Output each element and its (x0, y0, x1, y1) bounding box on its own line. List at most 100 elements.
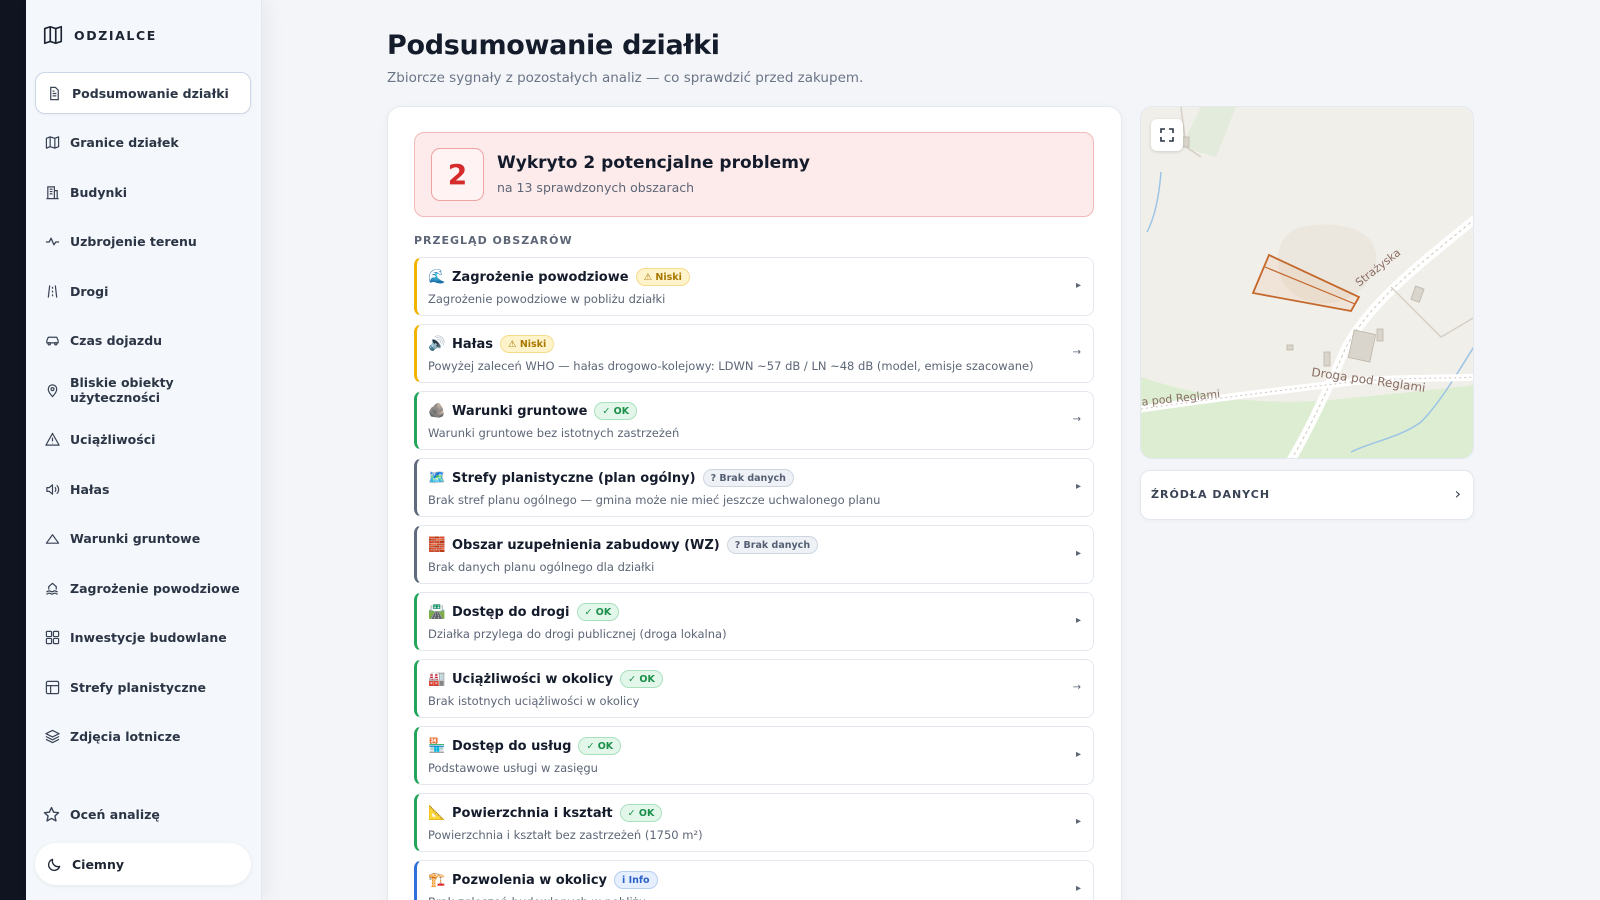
overview-row[interactable]: 🏪 Dostęp do usług ✓ OK Podstawowe usługi… (414, 726, 1094, 785)
sidebar-item-ground-conditions[interactable]: Warunki gruntowe (35, 518, 251, 560)
sidebar-item-boundaries[interactable]: Granice działek (35, 122, 251, 164)
row-arrow-icon: → (1072, 682, 1081, 693)
row-arrow-icon: ▸ (1075, 615, 1081, 626)
moon-icon (48, 858, 61, 871)
row-arrow-icon: ▸ (1075, 481, 1081, 492)
brand-name: ODZIALCE (74, 27, 157, 43)
row-arrow-icon: ▸ (1075, 749, 1081, 760)
car-icon (46, 336, 59, 346)
zones-icon (45, 680, 60, 694)
status-badge: ? Brak danych (726, 536, 819, 554)
sidebar-item-label: Warunki gruntowe (70, 531, 201, 546)
row-description: Brak istotnych uciążliwości w okolicy (428, 694, 640, 708)
overview-row[interactable]: 🗺️ Strefy planistyczne (plan ogólny) ? B… (414, 458, 1094, 517)
overview-row[interactable]: 🏗️ Pozwolenia w okolicy i Info Brak zgło… (414, 860, 1094, 900)
status-badge: ✓ OK (576, 603, 620, 621)
sidebar-item-nuisances[interactable]: Uciążliwości (35, 419, 251, 461)
map-icon (45, 136, 60, 149)
overview-row[interactable]: 🛣️ Dostęp do drogi ✓ OK Działka przylega… (414, 592, 1094, 651)
sidebar-item-label: Podsumowanie działki (72, 85, 229, 101)
overview-row[interactable]: 🪨 Warunki gruntowe ✓ OK Warunki gruntowe… (414, 391, 1094, 450)
map-fullscreen-button[interactable] (1151, 119, 1183, 151)
document-icon (50, 86, 59, 100)
sidebar-item-label: Zdjęcia lotnicze (70, 729, 181, 744)
sidebar-item-construction[interactable]: Inwestycje budowlane (35, 617, 251, 659)
theme-toggle[interactable]: Ciemny (35, 843, 251, 885)
speaker-icon (46, 483, 60, 495)
sidebar-item-label: Strefy planistyczne (70, 679, 207, 695)
row-description: Brak stref planu ogólnego — gmina może n… (428, 493, 881, 507)
sidebar-item-nearby-places[interactable]: Bliskie obiekty użyteczności (35, 369, 251, 411)
row-emoji-icon: 🗺️ (428, 469, 446, 486)
sidebar-item-roads[interactable]: Drogi (35, 270, 251, 312)
summary-card: 2 Wykryto 2 potencjalne problemy na 13 s… (387, 106, 1122, 900)
sidebar-item-aerial-photos[interactable]: Zdjęcia lotnicze (35, 716, 251, 758)
warning-icon (45, 432, 60, 446)
sidebar-item-zoning[interactable]: Strefy planistyczne (35, 666, 251, 708)
row-arrow-icon: → (1072, 414, 1081, 425)
section-label: PRZEGLĄD OBSZARÓW (414, 234, 573, 247)
theme-toggle-label: Ciemny (72, 856, 125, 872)
sidebar-item-label: Czas dojazdu (70, 333, 163, 348)
sidebar-item-travel-time[interactable]: Czas dojazdu (35, 320, 251, 362)
building-icon (46, 185, 59, 199)
window-edge (0, 0, 26, 900)
row-header: 🛣️ Dostęp do drogi ✓ OK (428, 603, 620, 621)
sidebar-item-label: Zagrożenie powodziowe (70, 580, 240, 596)
status-badge: i Info (614, 871, 658, 889)
sidebar-item-buildings[interactable]: Budynki (35, 171, 251, 213)
row-header: 🗺️ Strefy planistyczne (plan ogólny) ? B… (428, 469, 794, 487)
row-title: Warunki gruntowe (452, 403, 588, 419)
sidebar-item-utilities[interactable]: Uzbrojenie terenu (35, 221, 251, 263)
sidebar: ODZIALCE Podsumowanie działki Granice dz… (26, 0, 262, 900)
row-header: 🏪 Dostęp do usług ✓ OK (428, 737, 622, 755)
row-header: 🔊 Hałas ⚠ Niski (428, 335, 555, 353)
pulse-icon (45, 237, 60, 246)
chevron-right-icon: › (1454, 484, 1461, 503)
overview-list: 🌊 Zagrożenie powodziowe ⚠ Niski Zagrożen… (414, 257, 1094, 900)
map-canvas (1141, 107, 1473, 458)
sidebar-item-noise[interactable]: Hałas (35, 468, 251, 510)
overview-row[interactable]: 🔊 Hałas ⚠ Niski Powyżej zaleceń WHO — ha… (414, 324, 1094, 383)
row-title: Zagrożenie powodziowe (452, 269, 629, 285)
row-emoji-icon: 🛣️ (428, 603, 446, 620)
row-title: Uciążliwości w okolicy (452, 671, 614, 687)
row-description: Brak zgłoszeń budowlanych w pobliżu (428, 895, 646, 900)
overview-row[interactable]: 📐 Powierzchnia i kształt ✓ OK Powierzchn… (414, 793, 1094, 852)
fullscreen-icon (1160, 128, 1174, 142)
row-header: 📐 Powierzchnia i kształt ✓ OK (428, 804, 663, 822)
row-title: Powierzchnia i kształt (452, 805, 613, 821)
row-description: Działka przylega do drogi publicznej (dr… (428, 627, 727, 641)
sidebar-item-label: Uzbrojenie terenu (70, 234, 197, 249)
row-description: Powyżej zaleceń WHO — hałas drogowo-kole… (428, 359, 1034, 373)
status-badge: ? Brak danych (702, 469, 794, 487)
overview-row[interactable]: 🏭 Uciążliwości w okolicy ✓ OK Brak istot… (414, 659, 1094, 718)
sidebar-item-flood-risk[interactable]: Zagrożenie powodziowe (35, 567, 251, 609)
row-arrow-icon: ▸ (1075, 883, 1081, 894)
sidebar-item-label: Hałas (70, 481, 110, 497)
map-logo-icon (43, 25, 63, 45)
parcel-map[interactable]: Strażyska Droga pod Reglami Droga pod Re… (1140, 106, 1474, 459)
row-header: 🏭 Uciążliwości w okolicy ✓ OK (428, 670, 663, 688)
row-header: 🧱 Obszar uzupełnienia zabudowy (WZ) ? Br… (428, 536, 819, 554)
status-badge: ⚠ Niski (635, 268, 690, 286)
page-title: Podsumowanie działki (387, 30, 720, 61)
overview-row[interactable]: 🌊 Zagrożenie powodziowe ⚠ Niski Zagrożen… (414, 257, 1094, 316)
data-sources-toggle[interactable]: ŹRÓDŁA DANYCH › (1140, 470, 1474, 520)
rate-analysis-button[interactable]: Oceń analizę (35, 794, 251, 834)
row-emoji-icon: 🏭 (428, 670, 446, 687)
row-arrow-icon: ▸ (1075, 548, 1081, 559)
sidebar-item-label: Inwestycje budowlane (70, 630, 227, 645)
sidebar-item-summary[interactable]: Podsumowanie działki (35, 72, 251, 114)
road-icon (47, 284, 58, 298)
sidebar-nav: Podsumowanie działki Granice działek Bud… (35, 72, 251, 765)
layers-icon (45, 729, 60, 744)
overview-row[interactable]: 🧱 Obszar uzupełnienia zabudowy (WZ) ? Br… (414, 525, 1094, 584)
sidebar-item-label: Bliskie obiekty użyteczności (70, 375, 174, 405)
brand[interactable]: ODZIALCE (42, 24, 157, 46)
row-arrow-icon: → (1072, 347, 1081, 358)
mountain-icon (45, 534, 60, 544)
row-title: Obszar uzupełnienia zabudowy (WZ) (452, 537, 720, 553)
status-badge: ✓ OK (620, 670, 663, 688)
rate-analysis-label: Oceń analizę (70, 806, 160, 822)
